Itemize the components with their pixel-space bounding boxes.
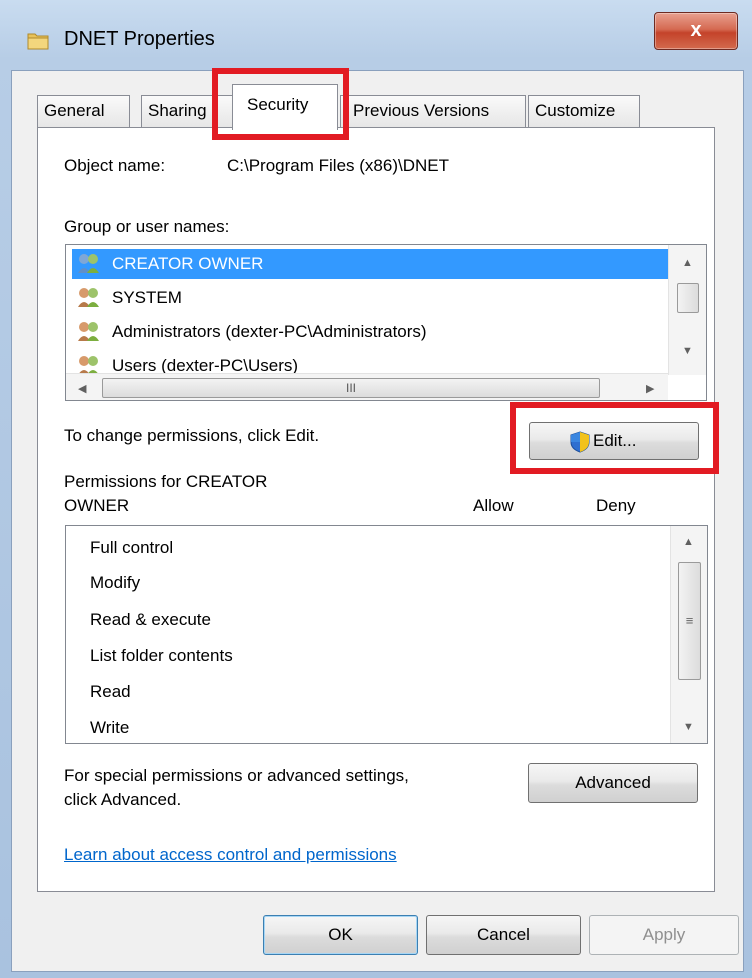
- users-icon: [78, 322, 99, 341]
- permission-row: Read: [90, 682, 131, 701]
- permissions-list[interactable]: Full control Modify Read & execute List …: [65, 525, 708, 744]
- scroll-thumb[interactable]: ≡: [678, 562, 701, 680]
- scroll-up-icon[interactable]: ▲: [683, 536, 694, 548]
- group-list-vscrollbar[interactable]: ▲ ▼: [668, 245, 706, 375]
- permission-row: Read & execute: [90, 610, 211, 629]
- scroll-thumb[interactable]: III: [102, 378, 600, 398]
- scroll-grip-icon: III: [345, 381, 356, 395]
- edit-button-highlight: [510, 402, 719, 474]
- permission-row: Write: [90, 718, 130, 737]
- close-icon: x: [690, 19, 702, 41]
- scroll-thumb[interactable]: [677, 283, 699, 313]
- ok-button[interactable]: OK: [263, 915, 418, 955]
- group-list-hscrollbar[interactable]: ◀ III ▶: [66, 373, 668, 400]
- permissions-header-line1: Permissions for CREATOR: [64, 472, 268, 491]
- deny-column-header: Deny: [596, 496, 636, 515]
- users-icon: [78, 288, 99, 307]
- cancel-button[interactable]: Cancel: [426, 915, 581, 955]
- list-item-label: CREATOR OWNER: [112, 254, 264, 273]
- security-tab-highlight: [212, 68, 349, 140]
- group-names-label: Group or user names:: [64, 217, 230, 236]
- permissions-header-line2: OWNER: [64, 496, 130, 515]
- properties-window: DNET Properties x General Sharing Previo…: [0, 0, 752, 978]
- object-name-label: Object name:: [64, 156, 166, 175]
- tab-previous-versions[interactable]: Previous Versions: [340, 95, 526, 127]
- apply-button-label: Apply: [642, 925, 686, 944]
- cancel-button-label: Cancel: [477, 925, 530, 944]
- window-title: DNET Properties: [64, 28, 215, 50]
- change-permissions-text: To change permissions, click Edit.: [64, 426, 320, 445]
- list-item[interactable]: CREATOR OWNER: [72, 249, 668, 279]
- scroll-down-icon[interactable]: ▼: [683, 721, 694, 733]
- tab-label: General: [44, 101, 105, 120]
- list-item-label: Administrators (dexter-PC\Administrators…: [112, 322, 427, 341]
- ok-button-label: OK: [328, 925, 353, 944]
- permission-row: List folder contents: [90, 646, 233, 665]
- permissions-vscrollbar[interactable]: ▲ ≡ ▼: [670, 526, 707, 743]
- advanced-text-line2: click Advanced.: [64, 790, 182, 809]
- tab-label: Sharing: [148, 101, 207, 120]
- list-item[interactable]: Administrators (dexter-PC\Administrators…: [72, 317, 662, 347]
- advanced-text-line1: For special permissions or advanced sett…: [64, 766, 409, 785]
- list-item-label: SYSTEM: [112, 288, 182, 307]
- advanced-button[interactable]: Advanced: [528, 763, 698, 803]
- scroll-down-icon[interactable]: ▼: [682, 345, 693, 357]
- tab-customize[interactable]: Customize: [528, 95, 640, 127]
- list-item[interactable]: SYSTEM: [72, 283, 662, 313]
- scroll-up-icon[interactable]: ▲: [682, 257, 693, 269]
- permission-row: Full control: [90, 538, 174, 557]
- advanced-button-label: Advanced: [575, 773, 651, 792]
- tab-label: Previous Versions: [353, 101, 490, 120]
- apply-button[interactable]: Apply: [589, 915, 739, 955]
- group-user-list[interactable]: CREATOR OWNER SYSTEM Administrators (dex…: [65, 244, 707, 401]
- scroll-left-icon[interactable]: ◀: [78, 382, 86, 395]
- tab-label: Customize: [535, 101, 616, 120]
- tab-general[interactable]: General: [37, 95, 130, 127]
- object-name-value: C:\Program Files (x86)\DNET: [227, 156, 449, 175]
- close-button[interactable]: x: [654, 12, 738, 50]
- allow-column-header: Allow: [473, 496, 514, 515]
- scroll-grip-icon: ≡: [685, 613, 694, 628]
- folder-icon: [27, 33, 49, 50]
- access-control-help-link[interactable]: Learn about access control and permissio…: [64, 845, 397, 865]
- users-icon: [78, 254, 99, 273]
- title-bar[interactable]: DNET Properties x: [0, 0, 752, 80]
- scroll-right-icon[interactable]: ▶: [646, 382, 654, 395]
- permission-row: Modify: [90, 573, 141, 592]
